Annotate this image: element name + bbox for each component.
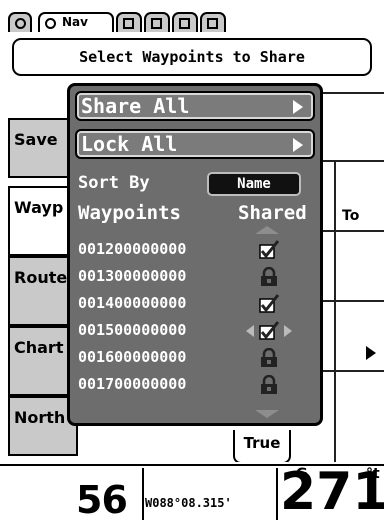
waypoints-column-header: Waypoints: [78, 202, 181, 224]
waypoint-name: 001200000000: [78, 240, 187, 258]
sidebar-item-label: Chart: [14, 338, 64, 357]
sonar-icon: [151, 18, 162, 29]
waypoint-row[interactable]: 001400000000: [78, 294, 318, 314]
to-column-label: To: [342, 208, 360, 224]
sidebar-item-label: Wayp: [14, 198, 64, 217]
dialog-title: Select Waypoints to Share: [12, 38, 372, 76]
lock-all-button[interactable]: Lock All: [75, 129, 315, 159]
lock-all-label: Lock All: [81, 132, 178, 156]
waypoint-name: 001600000000: [78, 348, 187, 366]
compass-icon: [15, 18, 26, 29]
chevron-right-icon: [293, 100, 303, 114]
chevron-left-icon[interactable]: [246, 325, 254, 337]
waypoint-row[interactable]: 001300000000: [78, 266, 318, 287]
true-label: True: [243, 434, 281, 452]
tab-back[interactable]: [8, 12, 32, 34]
waypoint-row[interactable]: 001200000000: [78, 240, 318, 260]
sidebar-item-label: North: [14, 408, 66, 427]
scroll-up-icon[interactable]: [255, 226, 279, 234]
tab-nav[interactable]: Nav: [38, 12, 114, 34]
tab-sonar[interactable]: [144, 12, 170, 34]
sort-by-label: Sort By: [78, 173, 150, 193]
play-arrow-icon[interactable]: [366, 346, 376, 360]
compass-icon: [45, 18, 56, 29]
share-all-label: Share All: [81, 94, 190, 118]
tab-settings[interactable]: [200, 12, 226, 34]
scroll-down-icon[interactable]: [255, 410, 279, 418]
shared-column-header: Shared: [238, 202, 307, 224]
grid-divider: [334, 162, 336, 462]
tab-waypoints[interactable]: [172, 12, 198, 34]
waypoint-name: 001300000000: [78, 267, 187, 285]
settings-icon: [207, 18, 218, 29]
sort-by-select[interactable]: Name: [207, 172, 301, 196]
speed-readout: 56: [76, 478, 128, 522]
share-waypoints-dialog: Share All Lock All Sort By Name Waypoint…: [67, 83, 323, 426]
waypoint-row[interactable]: 001600000000: [78, 347, 318, 368]
waypoint-name: 001400000000: [78, 294, 187, 312]
tab-nav-label: Nav: [62, 15, 88, 29]
waypoint-icon: [179, 18, 190, 29]
heading-reference-tab[interactable]: True: [233, 430, 291, 464]
coordinate-readout: W088°08.315': [145, 496, 232, 510]
checkbox-checked-icon[interactable]: [258, 321, 280, 341]
status-divider: [142, 468, 144, 520]
status-bar: 56 W088°08.315' G °t 271: [0, 462, 384, 523]
chevron-right-icon[interactable]: [284, 325, 292, 337]
sidebar-item-label: Route: [14, 268, 68, 287]
waypoint-name: 001500000000: [78, 321, 187, 339]
checkbox-checked-icon[interactable]: [258, 240, 280, 260]
lock-icon[interactable]: [258, 374, 280, 395]
waypoint-row[interactable]: 001500000000: [78, 321, 318, 341]
waypoint-name: 001700000000: [78, 375, 187, 393]
chevron-right-icon: [293, 138, 303, 152]
lock-icon[interactable]: [258, 347, 280, 368]
status-divider: [276, 468, 278, 520]
tab-strip: Nav: [0, 0, 384, 34]
share-all-button[interactable]: Share All: [75, 91, 315, 121]
chart-icon: [123, 18, 134, 29]
sidebar-item-label: Save: [14, 130, 58, 149]
lock-icon[interactable]: [258, 266, 280, 287]
heading-readout: 271: [280, 462, 384, 522]
checkbox-checked-icon[interactable]: [258, 294, 280, 314]
waypoint-row[interactable]: 001700000000: [78, 374, 318, 395]
tab-chart[interactable]: [116, 12, 142, 34]
